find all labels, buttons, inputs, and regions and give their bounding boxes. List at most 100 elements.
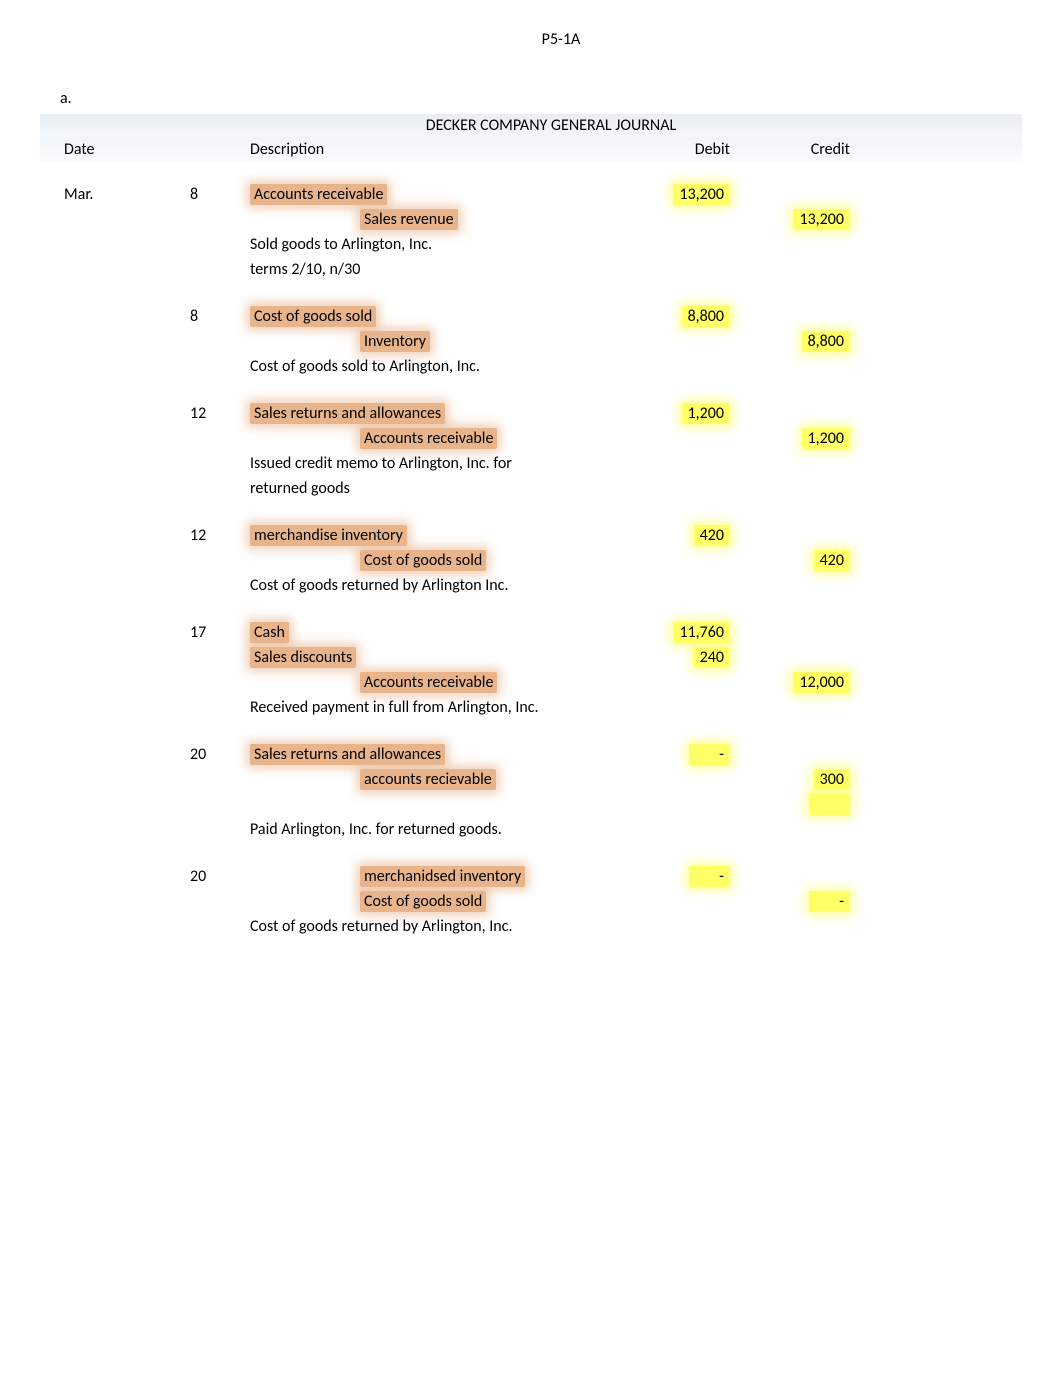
highlighted-account: Cost of goods sold xyxy=(360,891,486,912)
cell-day: 8 xyxy=(190,307,250,326)
highlighted-account: accounts recievable xyxy=(360,769,496,790)
entry-line: Mar.8Accounts receivable 13,200 xyxy=(40,182,1022,207)
debit-amount: 13,200 xyxy=(673,184,730,205)
entry-line: Cost of goods sold - xyxy=(40,889,1022,914)
cell-description: Accounts receivable xyxy=(250,184,620,205)
cell-description: Paid Arlington, Inc. for returned goods. xyxy=(250,820,620,839)
cell-description: accounts recievable xyxy=(250,769,620,790)
credit-amount: 13,200 xyxy=(793,209,850,230)
entry-line: 20Sales returns and allowances - xyxy=(40,742,1022,767)
cell-description: Sales returns and allowances xyxy=(250,744,620,765)
highlighted-account: Accounts receivable xyxy=(250,184,387,205)
cell-description: Sales returns and allowances xyxy=(250,403,620,424)
journal-entry: 8Cost of goods sold 8,800 Inventory 8,800 Co… xyxy=(40,304,1022,379)
page-title: P5-1A xyxy=(100,30,1022,49)
entry-line: Sales discounts 240 xyxy=(40,645,1022,670)
cell-debit: 13,200 xyxy=(620,184,740,205)
cell-description: Accounts receivable xyxy=(250,672,620,693)
entry-line: Issued credit memo to Arlington, Inc. fo… xyxy=(40,451,1022,476)
cell-credit: 300 xyxy=(740,769,860,790)
highlighted-account: Sales returns and allowances xyxy=(250,744,445,765)
cell-description: merchandise inventory xyxy=(250,525,620,546)
cell-description: Sales revenue xyxy=(250,209,620,230)
highlighted-account: Inventory xyxy=(360,331,430,352)
column-headers: Date Description Debit Credit xyxy=(40,137,1022,162)
entry-line xyxy=(40,792,1022,817)
highlighted-account: Cost of goods sold xyxy=(250,306,376,327)
cell-day: 12 xyxy=(190,526,250,545)
journal-entry: 17Cash11,760Sales discounts240Accounts r… xyxy=(40,620,1022,720)
cell-description: Issued credit memo to Arlington, Inc. fo… xyxy=(250,454,620,473)
highlighted-account: Sales returns and allowances xyxy=(250,403,445,424)
highlighted-account: Accounts receivable xyxy=(360,672,497,693)
entry-line: Received payment in full from Arlington,… xyxy=(40,695,1022,720)
header-description: Description xyxy=(250,140,620,159)
cell-credit: - xyxy=(740,891,860,912)
cell-description: Sold goods to Arlington, Inc. xyxy=(250,235,620,254)
journal-entry: 12Sales returns and allowances1,200Accou… xyxy=(40,401,1022,501)
cell-credit xyxy=(740,794,860,815)
cell-credit: 8,800 xyxy=(740,331,860,352)
credit-amount: - xyxy=(809,891,850,912)
debit-amount: 240 xyxy=(694,647,730,668)
entry-line: Accounts receivable 12,000 xyxy=(40,670,1022,695)
cell-description: Cost of goods returned by Arlington Inc. xyxy=(250,576,620,595)
section-label: a. xyxy=(60,89,1022,108)
debit-amount: - xyxy=(689,744,730,765)
cell-debit: 1,200 xyxy=(620,403,740,424)
cell-month: Mar. xyxy=(40,185,190,204)
cell-description: Received payment in full from Arlington,… xyxy=(250,698,620,717)
entry-line: Paid Arlington, Inc. for returned goods. xyxy=(40,817,1022,842)
cell-day: 20 xyxy=(190,745,250,764)
debit-amount: 11,760 xyxy=(673,622,730,643)
cell-debit: 240 xyxy=(620,647,740,668)
entry-line: Inventory 8,800 xyxy=(40,329,1022,354)
journal-entry: 12merchandise inventory420Cost of goods … xyxy=(40,523,1022,598)
entry-line: Sold goods to Arlington, Inc. xyxy=(40,232,1022,257)
entry-line: Cost of goods sold to Arlington, Inc. xyxy=(40,354,1022,379)
cell-debit: 8,800 xyxy=(620,306,740,327)
debit-amount: 1,200 xyxy=(682,403,730,424)
debit-amount: - xyxy=(689,866,730,887)
journal-entry: 20Sales returns and allowances - accounts … xyxy=(40,742,1022,842)
cell-description: merchanidsed inventory xyxy=(250,866,620,887)
entry-line: returned goods xyxy=(40,476,1022,501)
journal-entry: 20merchanidsed inventory-Cost of goods s… xyxy=(40,864,1022,939)
cell-debit: - xyxy=(620,866,740,887)
cell-description: Cost of goods sold xyxy=(250,891,620,912)
entry-line: 17Cash11,760 xyxy=(40,620,1022,645)
cell-description: Accounts receivable xyxy=(250,428,620,449)
entry-line: 8Cost of goods sold 8,800 xyxy=(40,304,1022,329)
cell-credit: 420 xyxy=(740,550,860,571)
cell-day: 8 xyxy=(190,185,250,204)
highlighted-account: merchandise inventory xyxy=(250,525,407,546)
credit-amount-blank xyxy=(809,794,850,815)
highlighted-account: merchanidsed inventory xyxy=(360,866,525,887)
highlighted-account: Cash xyxy=(250,622,289,643)
journal-entry: Mar.8Accounts receivable13,200Sales reve… xyxy=(40,182,1022,282)
credit-amount: 8,800 xyxy=(802,331,850,352)
credit-amount: 1,200 xyxy=(802,428,850,449)
highlighted-account: Sales discounts xyxy=(250,647,356,668)
cell-day: 20 xyxy=(190,867,250,886)
cell-credit: 12,000 xyxy=(740,672,860,693)
entry-line: 12merchandise inventory 420 xyxy=(40,523,1022,548)
credit-amount: 300 xyxy=(814,769,850,790)
entry-line: Cost of goods returned by Arlington, Inc… xyxy=(40,914,1022,939)
debit-amount: 420 xyxy=(694,525,730,546)
cell-debit: 420 xyxy=(620,525,740,546)
highlighted-account: Accounts receivable xyxy=(360,428,497,449)
cell-credit: 1,200 xyxy=(740,428,860,449)
entry-line: Sales revenue 13,200 xyxy=(40,207,1022,232)
journal-entries: Mar.8Accounts receivable13,200Sales reve… xyxy=(40,182,1022,939)
entry-line: terms 2/10, n/30 xyxy=(40,257,1022,282)
cell-debit: 11,760 xyxy=(620,622,740,643)
cell-description: Cost of goods sold xyxy=(250,306,620,327)
cell-description: Cost of goods sold to Arlington, Inc. xyxy=(250,357,620,376)
debit-amount: 8,800 xyxy=(682,306,730,327)
cell-credit: 13,200 xyxy=(740,209,860,230)
cell-description: terms 2/10, n/30 xyxy=(250,260,620,279)
header-day-spacer xyxy=(190,140,250,159)
entry-line: Cost of goods sold420 xyxy=(40,548,1022,573)
journal-title: DECKER COMPANY GENERAL JOURNAL xyxy=(80,116,1022,135)
